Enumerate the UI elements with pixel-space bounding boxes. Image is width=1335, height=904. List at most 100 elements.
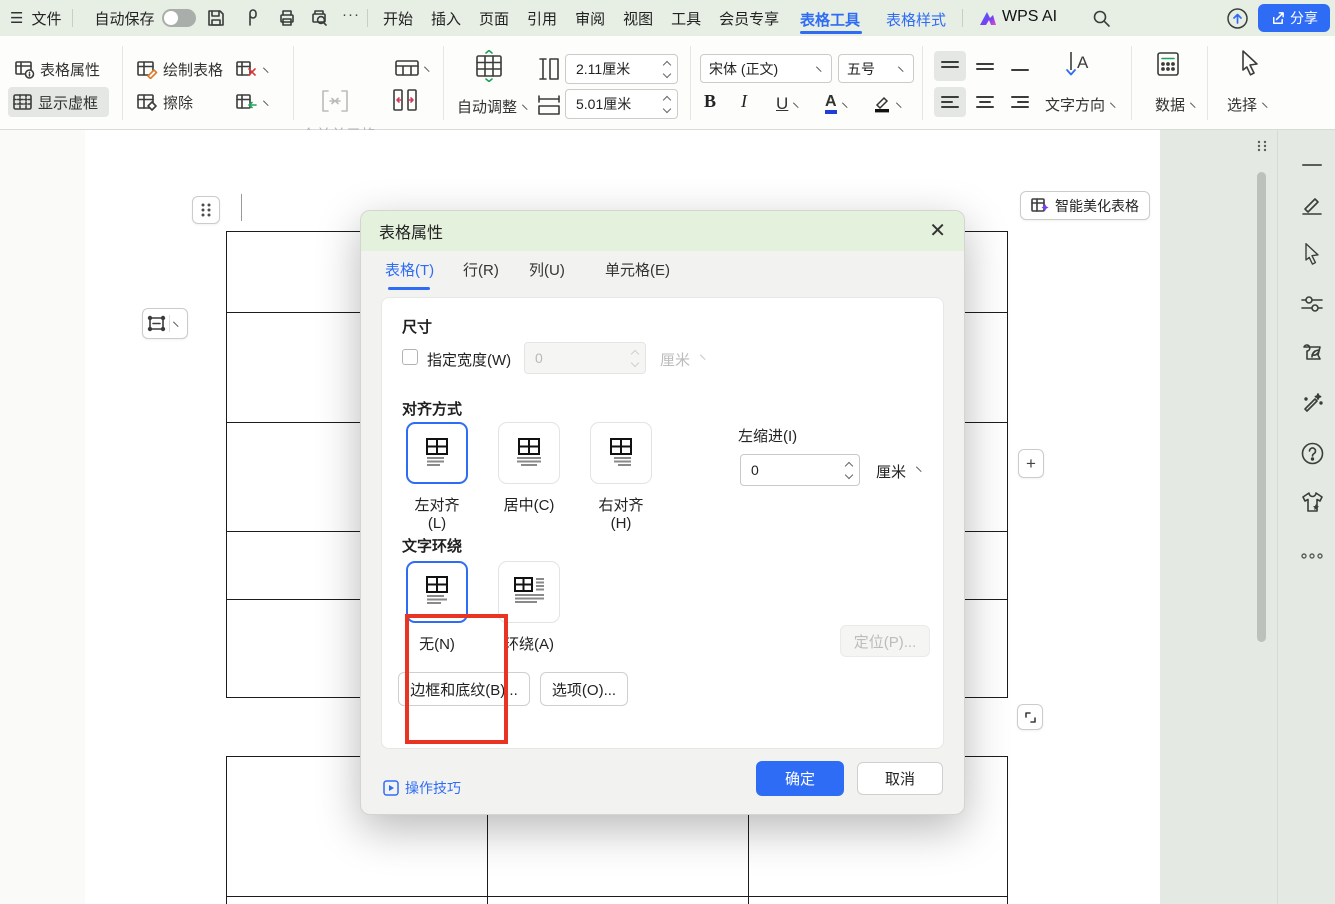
- upload-cloud-icon[interactable]: [1226, 7, 1249, 34]
- close-icon[interactable]: ✕: [929, 221, 946, 241]
- font-color-letter: A: [825, 94, 837, 115]
- data-calculator-icon: [1154, 50, 1182, 78]
- left-indent-field[interactable]: 0: [740, 454, 860, 486]
- align-center-label: 居中(C): [498, 494, 560, 515]
- title-bar: ☰ 文件 自动保存 ··· 开始 插入 页面 引用 审阅 视图 工具 会员专享 …: [0, 0, 1335, 36]
- eraser-button[interactable]: 擦除: [132, 87, 198, 117]
- menu-membership[interactable]: 会员专享: [710, 0, 788, 36]
- spinner-arrows-icon[interactable]: [839, 463, 859, 478]
- help-icon[interactable]: [1299, 440, 1325, 466]
- hamburger-menu-icon[interactable]: ☰: [10, 9, 23, 27]
- plus-icon: +: [1026, 454, 1036, 474]
- highlight-color-button[interactable]: [868, 89, 908, 119]
- chevron-down-icon: [793, 98, 803, 108]
- table-properties-button[interactable]: 表格属性: [10, 54, 105, 84]
- menu-home[interactable]: 开始: [374, 0, 422, 36]
- wps-ai-label[interactable]: WPS AI: [1002, 8, 1057, 26]
- split-cells-icon[interactable]: [392, 88, 418, 112]
- col-width-field[interactable]: 5.01厘米: [565, 89, 678, 119]
- align-left-option[interactable]: [406, 422, 468, 484]
- dialog-title: 表格属性: [379, 219, 443, 243]
- tips-link[interactable]: 操作技巧: [383, 778, 461, 798]
- align-center-option[interactable]: [498, 422, 560, 484]
- magic-wand-icon[interactable]: [1299, 389, 1325, 415]
- settings-sliders-icon[interactable]: [1299, 291, 1325, 317]
- table-move-handle[interactable]: [192, 196, 220, 224]
- table-resize-button[interactable]: [1017, 704, 1043, 730]
- menu-view[interactable]: 视图: [614, 0, 662, 36]
- spinner-arrows-icon[interactable]: [657, 97, 677, 112]
- data-dropdown[interactable]: 数据: [1150, 89, 1202, 119]
- font-size-select[interactable]: 五号: [838, 54, 914, 83]
- tab-table-tools[interactable]: 表格工具: [800, 9, 860, 30]
- align-center-button[interactable]: [969, 87, 1001, 117]
- tab-table-style[interactable]: 表格样式: [886, 9, 946, 30]
- tab-cell[interactable]: 单元格(E): [605, 259, 670, 280]
- align-right-icon: [602, 434, 640, 472]
- draw-table-button[interactable]: 绘制表格: [132, 54, 228, 84]
- align-left-button[interactable]: [934, 87, 966, 117]
- tab-column[interactable]: 列(U): [529, 259, 565, 280]
- menu-review[interactable]: 审阅: [566, 0, 614, 36]
- italic-button[interactable]: I: [741, 91, 747, 112]
- smart-beautify-table-button[interactable]: 智能美化表格: [1020, 191, 1150, 220]
- cancel-button[interactable]: 取消: [857, 762, 943, 795]
- autosave-toggle[interactable]: [162, 9, 196, 27]
- tab-table[interactable]: 表格(T): [385, 259, 434, 280]
- select-dropdown[interactable]: 选择: [1222, 89, 1274, 119]
- vertical-scrollbar[interactable]: [1257, 172, 1266, 642]
- annotate-pen-icon[interactable]: [1299, 192, 1325, 218]
- align-right-button[interactable]: [1004, 87, 1036, 117]
- row-select-dropdown[interactable]: [142, 308, 188, 339]
- valign-center-button[interactable]: [969, 51, 1001, 81]
- ok-button[interactable]: 确定: [756, 761, 844, 796]
- spinner-arrows-icon[interactable]: [657, 62, 677, 77]
- text-caret-line: [241, 194, 242, 221]
- eraser-icon: [137, 93, 158, 112]
- menu-tools[interactable]: 工具: [662, 0, 710, 36]
- text-direction-dropdown[interactable]: 文字方向: [1040, 89, 1122, 119]
- menu-page[interactable]: 页面: [470, 0, 518, 36]
- print-preview-icon[interactable]: [309, 8, 329, 28]
- more-options-icon[interactable]: [1299, 543, 1325, 569]
- file-menu[interactable]: 文件: [31, 8, 61, 29]
- share-button[interactable]: 分享: [1258, 4, 1330, 32]
- split-table-dropdown[interactable]: [390, 53, 436, 83]
- search-icon[interactable]: [1092, 9, 1111, 28]
- size-heading: 尺寸: [402, 316, 432, 337]
- menu-insert[interactable]: 插入: [422, 0, 470, 36]
- underline-button[interactable]: U: [771, 89, 805, 119]
- eco-stamp-icon[interactable]: [1299, 340, 1325, 366]
- chevron-down-icon: [816, 62, 826, 72]
- row-height-field[interactable]: 2.11厘米: [565, 54, 678, 84]
- auto-fit-dropdown[interactable]: 自动调整: [452, 91, 534, 121]
- valign-top-button[interactable]: [934, 51, 966, 81]
- valign-bottom-button[interactable]: [1004, 51, 1036, 81]
- insert-cells-dropdown[interactable]: [231, 87, 275, 117]
- show-gridlines-button[interactable]: 显示虚框: [8, 87, 109, 117]
- tab-row[interactable]: 行(R): [463, 259, 499, 280]
- font-name-select[interactable]: 宋体 (正文): [700, 54, 832, 83]
- options-button[interactable]: 选项(O)...: [540, 672, 628, 706]
- save-icon[interactable]: [206, 8, 226, 28]
- scrollbar-top-grid-icon[interactable]: [1255, 139, 1269, 157]
- collapse-line-icon[interactable]: [1299, 152, 1325, 178]
- pointer-tool-icon[interactable]: [1299, 241, 1325, 267]
- chevron-down-icon[interactable]: [916, 462, 926, 472]
- delete-cells-dropdown[interactable]: [231, 54, 275, 84]
- more-quick-actions-icon[interactable]: ···: [342, 6, 360, 23]
- chevron-down-icon: [522, 100, 532, 110]
- theme-skin-icon[interactable]: [1299, 489, 1325, 515]
- bold-button[interactable]: B: [704, 91, 716, 112]
- dialog-title-bar[interactable]: 表格属性 ✕: [361, 211, 964, 251]
- menu-reference[interactable]: 引用: [518, 0, 566, 36]
- align-left-label: 左对齐(L): [406, 494, 468, 532]
- export-pdf-icon[interactable]: [243, 8, 263, 28]
- print-icon[interactable]: [277, 8, 297, 28]
- show-gridlines-label: 显示虚框: [38, 92, 98, 113]
- font-color-button[interactable]: A: [820, 89, 854, 119]
- align-right-option[interactable]: [590, 422, 652, 484]
- specify-width-checkbox[interactable]: [402, 349, 418, 365]
- drag-dots-icon: [200, 202, 212, 218]
- insert-column-plus-button[interactable]: +: [1018, 449, 1044, 478]
